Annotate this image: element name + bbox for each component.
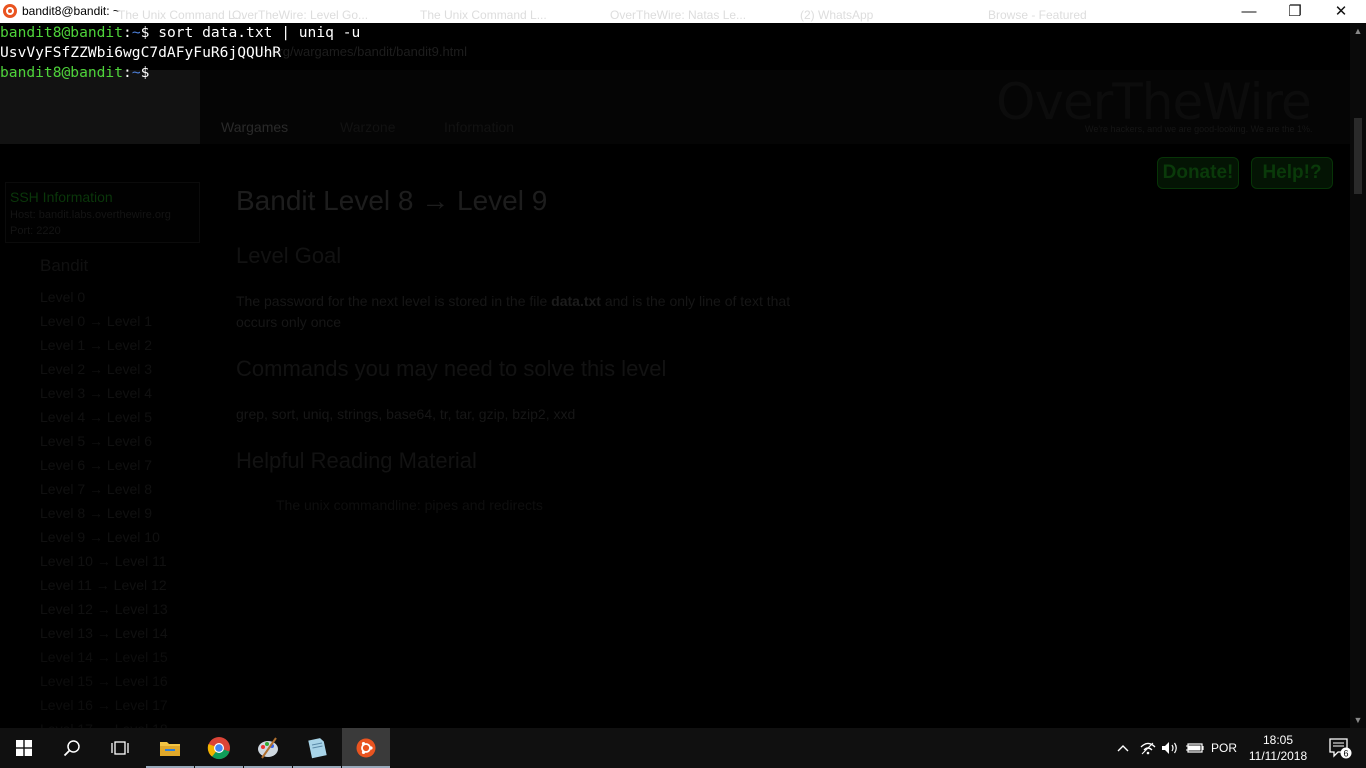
scroll-down-arrow-icon[interactable]: ▼ xyxy=(1350,712,1366,728)
close-button[interactable]: ✕ xyxy=(1318,0,1364,22)
address-bar-url: re.org/wargames/bandit/bandit9.html xyxy=(256,44,468,59)
nav-information: Information xyxy=(444,119,515,135)
ubuntu-icon xyxy=(3,4,17,18)
sidebar-level-link: Level 8 → Level 9 xyxy=(40,505,153,521)
scroll-up-arrow-icon[interactable]: ▲ xyxy=(1350,23,1366,39)
action-center-button[interactable]: 6 xyxy=(1320,728,1360,768)
prompt-separator: : xyxy=(123,64,132,81)
task-view-icon xyxy=(111,741,129,755)
ubuntu-terminal-icon xyxy=(356,738,376,758)
commands-list: grep, sort, uniq, strings, base64, tr, t… xyxy=(236,406,576,422)
clock-time: 18:05 xyxy=(1262,733,1294,747)
goal-paragraph-line2: occurs only once xyxy=(236,314,342,330)
background-tab: OverTheWire: Level Go... xyxy=(232,8,369,22)
sidebar-level-link: Level 12 → Level 13 xyxy=(40,601,168,617)
site-slogan: We're hackers, and we are good-looking. … xyxy=(1085,124,1313,134)
windows-start-icon xyxy=(16,740,32,756)
wifi-icon[interactable] xyxy=(1138,728,1158,768)
maximize-button[interactable]: ❐ xyxy=(1272,0,1318,22)
notification-icon: 6 xyxy=(1329,738,1352,759)
background-tab: The Unix Command L... xyxy=(118,8,245,22)
terminal-line-command: bandit8@bandit:~$ sort data.txt | uniq -… xyxy=(0,23,360,43)
ssh-port: Port: 2220 xyxy=(10,225,61,237)
paint-button[interactable] xyxy=(244,728,292,768)
sidebar-level-link: Level 9 → Level 10 xyxy=(40,529,160,545)
background-tab: The Unix Command L... xyxy=(420,8,547,22)
task-view-button[interactable] xyxy=(96,728,144,768)
battery-icon[interactable] xyxy=(1184,728,1206,768)
scrollbar-thumb[interactable] xyxy=(1354,118,1362,194)
vertical-scrollbar[interactable]: ▲ ▼ xyxy=(1350,23,1366,728)
terminal-line-prompt[interactable]: bandit8@bandit:~$ xyxy=(0,63,158,83)
terminal-line-output: UsvVyFSfZZWbi6wgC7dAFyFuR6jQQUhR xyxy=(0,44,282,61)
search-icon xyxy=(63,740,80,757)
sidebar-level-link: Level 14 → Level 15 xyxy=(40,649,168,665)
background-browser-page: re.org/wargames/bandit/bandit9.html Warg… xyxy=(0,23,1350,728)
sidebar-level-link: Level 13 → Level 14 xyxy=(40,625,168,641)
notepad-icon xyxy=(308,738,327,759)
sidebar-level-link: Level 15 → Level 16 xyxy=(40,673,168,689)
sidebar-level-link: Level 5 → Level 6 xyxy=(40,433,153,449)
windows-taskbar: POR 18:05 11/11/2018 6 xyxy=(0,728,1366,768)
language-indicator[interactable]: POR xyxy=(1208,728,1240,768)
notepad-button[interactable] xyxy=(293,728,341,768)
sidebar-level-link: Level 10 → Level 11 xyxy=(40,553,167,569)
file-explorer-button[interactable] xyxy=(146,728,194,768)
chrome-button[interactable] xyxy=(195,728,243,768)
help-button: Help!? xyxy=(1251,157,1333,189)
terminal-area[interactable]: re.org/wargames/bandit/bandit9.html Warg… xyxy=(0,23,1350,728)
sidebar-heading: Bandit xyxy=(40,256,89,275)
sidebar-level-link: Level 3 → Level 4 xyxy=(40,385,153,401)
show-hidden-icons-chevron-icon[interactable] xyxy=(1112,728,1134,768)
prompt-path: ~ xyxy=(131,64,141,81)
prompt-separator: : xyxy=(123,24,132,41)
sidebar-level-link: Level 0 xyxy=(40,289,86,305)
ssh-info-title: SSH Information xyxy=(10,189,113,205)
reading-link: The unix commandline: pipes and redirect… xyxy=(276,497,543,513)
sidebar-level-link: Level 16 → Level 17 xyxy=(40,697,168,713)
donate-button: Donate! xyxy=(1157,157,1239,189)
sidebar-level-link: Level 4 → Level 5 xyxy=(40,409,153,425)
window-title: bandit8@bandit: ~ xyxy=(22,4,120,18)
nav-wargames: Wargames xyxy=(221,119,289,135)
site-logo: OverTheWire xyxy=(996,73,1312,131)
sidebar-level-link: Level 1 → Level 2 xyxy=(40,337,153,353)
ssh-host: Host: bandit.labs.overthewire.org xyxy=(10,209,171,221)
sidebar-level-link: Level 7 → Level 8 xyxy=(40,481,153,497)
sidebar-level-link: Level 2 → Level 3 xyxy=(40,361,153,377)
sidebar-level-link: Level 11 → Level 12 xyxy=(40,577,167,593)
background-tab: Browse - Featured xyxy=(988,8,1087,22)
start-button[interactable] xyxy=(0,728,48,768)
page-title: Bandit Level 8 → Level 9 xyxy=(236,185,548,216)
prompt-user: bandit8@bandit xyxy=(0,64,124,81)
chrome-icon xyxy=(207,737,230,760)
sidebar-level-link: Level 0 → Level 1 xyxy=(40,313,153,329)
prompt-user: bandit8@bandit xyxy=(0,24,124,41)
prompt-path: ~ xyxy=(131,24,141,41)
system-clock[interactable]: 18:05 11/11/2018 xyxy=(1248,732,1308,764)
goal-paragraph-line1: The password for the next level is store… xyxy=(236,293,791,309)
nav-warzone: Warzone xyxy=(340,119,396,135)
sidebar-level-link: Level 17 → Level 18 xyxy=(40,721,168,728)
file-explorer-icon xyxy=(160,742,180,756)
heading-commands: Commands you may need to solve this leve… xyxy=(236,356,667,381)
heading-reading-material: Helpful Reading Material xyxy=(236,448,477,473)
background-tab: OverTheWire: Natas Le... xyxy=(610,8,747,22)
minimize-button[interactable]: — xyxy=(1226,0,1272,22)
window-titlebar[interactable]: bandit8@bandit: ~ — ❐ ✕ The Unix Command… xyxy=(0,0,1366,23)
clock-date: 11/11/2018 xyxy=(1248,749,1308,763)
background-tab: (2) WhatsApp xyxy=(800,8,874,22)
heading-level-goal: Level Goal xyxy=(236,243,342,268)
typed-command: sort data.txt | uniq -u xyxy=(149,24,361,41)
sidebar-level-link: Level 6 → Level 7 xyxy=(40,457,153,473)
search-button[interactable] xyxy=(48,728,96,768)
typed-command xyxy=(149,64,158,81)
paint-icon xyxy=(258,737,278,759)
notification-count: 6 xyxy=(1343,749,1348,759)
volume-icon[interactable] xyxy=(1160,728,1180,768)
ubuntu-terminal-button[interactable] xyxy=(342,728,390,768)
